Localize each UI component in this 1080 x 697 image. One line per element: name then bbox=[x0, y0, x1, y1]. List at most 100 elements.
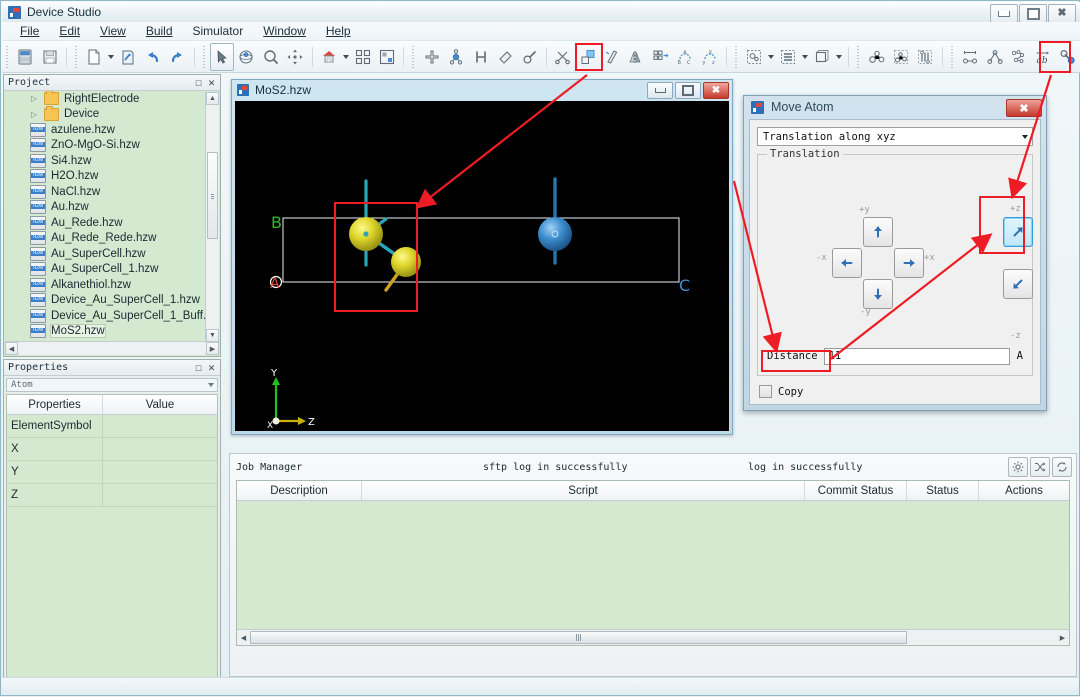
tree-item-au-rede[interactable]: Au_Rede.hzw bbox=[4, 215, 220, 231]
project-tree-vscrollbar[interactable]: ▲ ▼ bbox=[205, 92, 219, 342]
duplicate-button[interactable] bbox=[575, 43, 599, 71]
scroll-track[interactable] bbox=[250, 631, 1056, 644]
table-row[interactable]: Y bbox=[7, 461, 217, 484]
new-file-dropdown[interactable] bbox=[107, 44, 117, 70]
copy-checkbox[interactable] bbox=[759, 385, 772, 398]
translation-mode-select[interactable]: Translation along xyz bbox=[757, 127, 1033, 146]
scroll-right-icon[interactable]: ▶ bbox=[1056, 631, 1069, 644]
menu-help[interactable]: Help bbox=[316, 23, 361, 39]
translate-down-button[interactable] bbox=[863, 279, 893, 309]
tree-item-au-rede-rede[interactable]: Au_Rede_Rede.hzw bbox=[4, 231, 220, 247]
menu-view[interactable]: View bbox=[90, 23, 136, 39]
tree-item-mos2[interactable]: MoS2.hzw bbox=[4, 324, 220, 340]
property-value[interactable] bbox=[103, 438, 217, 460]
viewport-close-button[interactable]: ✖ bbox=[703, 82, 729, 99]
close-button[interactable]: ✖ bbox=[1048, 4, 1076, 23]
toolbar-grip-3[interactable] bbox=[202, 46, 207, 68]
table-row[interactable]: X bbox=[7, 438, 217, 461]
toolbar-grip-5[interactable] bbox=[734, 46, 739, 68]
cell-box-button[interactable] bbox=[810, 43, 834, 71]
scroll-up-icon[interactable]: ▲ bbox=[206, 92, 219, 105]
rotate-tool-button[interactable] bbox=[234, 43, 258, 71]
import-button[interactable] bbox=[116, 43, 140, 71]
select-tool-button[interactable] bbox=[210, 43, 234, 71]
translate-z-plus-button[interactable] bbox=[1003, 217, 1033, 247]
toolbar-grip-2[interactable] bbox=[74, 46, 79, 68]
tree-item-nacl[interactable]: NaCl.hzw bbox=[4, 184, 220, 200]
property-value[interactable] bbox=[103, 415, 217, 437]
tree-item-au-supercell-1[interactable]: Au_SuperCell_1.hzw bbox=[4, 262, 220, 278]
property-value[interactable] bbox=[103, 461, 217, 483]
property-value[interactable] bbox=[103, 484, 217, 506]
translate-z-minus-button[interactable] bbox=[1003, 269, 1033, 299]
scroll-thumb[interactable] bbox=[207, 152, 218, 239]
select-region-dropdown[interactable] bbox=[767, 44, 777, 70]
reflect-button[interactable] bbox=[624, 43, 648, 71]
measure-distance-button[interactable] bbox=[958, 43, 982, 71]
toolbar-grip-4[interactable] bbox=[411, 46, 416, 68]
chevron-right-icon[interactable]: ▷ bbox=[31, 110, 41, 119]
scroll-left-icon[interactable]: ◀ bbox=[5, 342, 18, 355]
move-atom-dialog-close-button[interactable]: ✖ bbox=[1006, 99, 1042, 117]
viewport-maximize-button[interactable] bbox=[675, 82, 701, 99]
open-project-button[interactable] bbox=[13, 43, 37, 71]
scroll-right-icon[interactable]: ▶ bbox=[206, 342, 219, 355]
menu-build[interactable]: Build bbox=[136, 23, 183, 39]
add-molecule-button[interactable] bbox=[444, 43, 468, 71]
table-row[interactable]: Z bbox=[7, 484, 217, 507]
undo-button[interactable] bbox=[141, 43, 165, 71]
save-button[interactable] bbox=[38, 43, 62, 71]
xyz-rotate-button[interactable]: Xyz bbox=[698, 43, 722, 71]
tree-item-device-au-supercell-1[interactable]: Device_Au_SuperCell_1.hzw bbox=[4, 293, 220, 309]
maximize-button[interactable] bbox=[1019, 4, 1047, 23]
home-view-dropdown[interactable] bbox=[341, 44, 351, 70]
translate-left-button[interactable] bbox=[832, 248, 862, 278]
redo-button[interactable] bbox=[165, 43, 189, 71]
chevron-right-icon[interactable]: ▷ bbox=[31, 94, 41, 103]
eraser-button[interactable] bbox=[493, 43, 517, 71]
label-button[interactable]: ab bbox=[1031, 43, 1055, 71]
toolbar-grip[interactable] bbox=[5, 46, 10, 68]
new-file-button[interactable] bbox=[82, 43, 106, 71]
wireframe-button[interactable] bbox=[889, 43, 913, 71]
tree-item-azulene[interactable]: azulene.hzw bbox=[4, 122, 220, 138]
pan-tool-button[interactable] bbox=[283, 43, 307, 71]
column-description[interactable]: Description bbox=[237, 481, 362, 500]
move-atom-button[interactable] bbox=[1056, 43, 1080, 71]
column-commit-status[interactable]: Commit Status bbox=[805, 481, 907, 500]
pick-atom-button[interactable] bbox=[517, 43, 541, 71]
tree-item-au-supercell[interactable]: Au_SuperCell.hzw bbox=[4, 246, 220, 262]
slab-button[interactable] bbox=[913, 43, 937, 71]
project-tree-hscrollbar[interactable]: ◀ ▶ bbox=[5, 341, 219, 355]
menu-file[interactable]: File bbox=[10, 23, 49, 39]
layer-select-dropdown[interactable] bbox=[801, 44, 811, 70]
close-panel-icon[interactable]: ✕ bbox=[205, 361, 218, 374]
tree-item-rightelectrode[interactable]: ▷ RightElectrode bbox=[4, 91, 220, 107]
distance-input[interactable]: 11 bbox=[824, 348, 1010, 365]
minimize-button[interactable] bbox=[990, 4, 1018, 23]
menu-edit[interactable]: Edit bbox=[49, 23, 90, 39]
scroll-left-icon[interactable]: ◀ bbox=[237, 631, 250, 644]
add-atom-button[interactable] bbox=[420, 43, 444, 71]
tree-item-si4[interactable]: Si4.hzw bbox=[4, 153, 220, 169]
job-table-hscrollbar[interactable]: ◀ ▶ bbox=[237, 629, 1069, 645]
structure-canvas[interactable]: B C A bbox=[235, 101, 729, 431]
properties-type-select[interactable]: Atom bbox=[6, 378, 218, 392]
menu-window[interactable]: Window bbox=[253, 23, 316, 39]
tree-item-au[interactable]: Au.hzw bbox=[4, 200, 220, 216]
supercell-button[interactable] bbox=[649, 43, 673, 71]
zoom-tool-button[interactable] bbox=[259, 43, 283, 71]
float-panel-icon[interactable]: ☐ bbox=[192, 76, 205, 89]
toolbar-grip-7[interactable] bbox=[950, 46, 955, 68]
copy-option-row[interactable]: Copy bbox=[759, 385, 803, 398]
refresh-icon[interactable] bbox=[1052, 457, 1072, 477]
table-row[interactable]: ElementSymbol bbox=[7, 415, 217, 438]
mirror-plane-button[interactable] bbox=[600, 43, 624, 71]
close-panel-icon[interactable]: ✕ bbox=[205, 76, 218, 89]
translate-up-button[interactable] bbox=[863, 217, 893, 247]
tree-item-h2o[interactable]: H2O.hzw bbox=[4, 169, 220, 185]
column-script[interactable]: Script bbox=[362, 481, 805, 500]
view-all-button[interactable] bbox=[351, 43, 375, 71]
column-status[interactable]: Status bbox=[907, 481, 979, 500]
settings-icon[interactable] bbox=[1008, 457, 1028, 477]
